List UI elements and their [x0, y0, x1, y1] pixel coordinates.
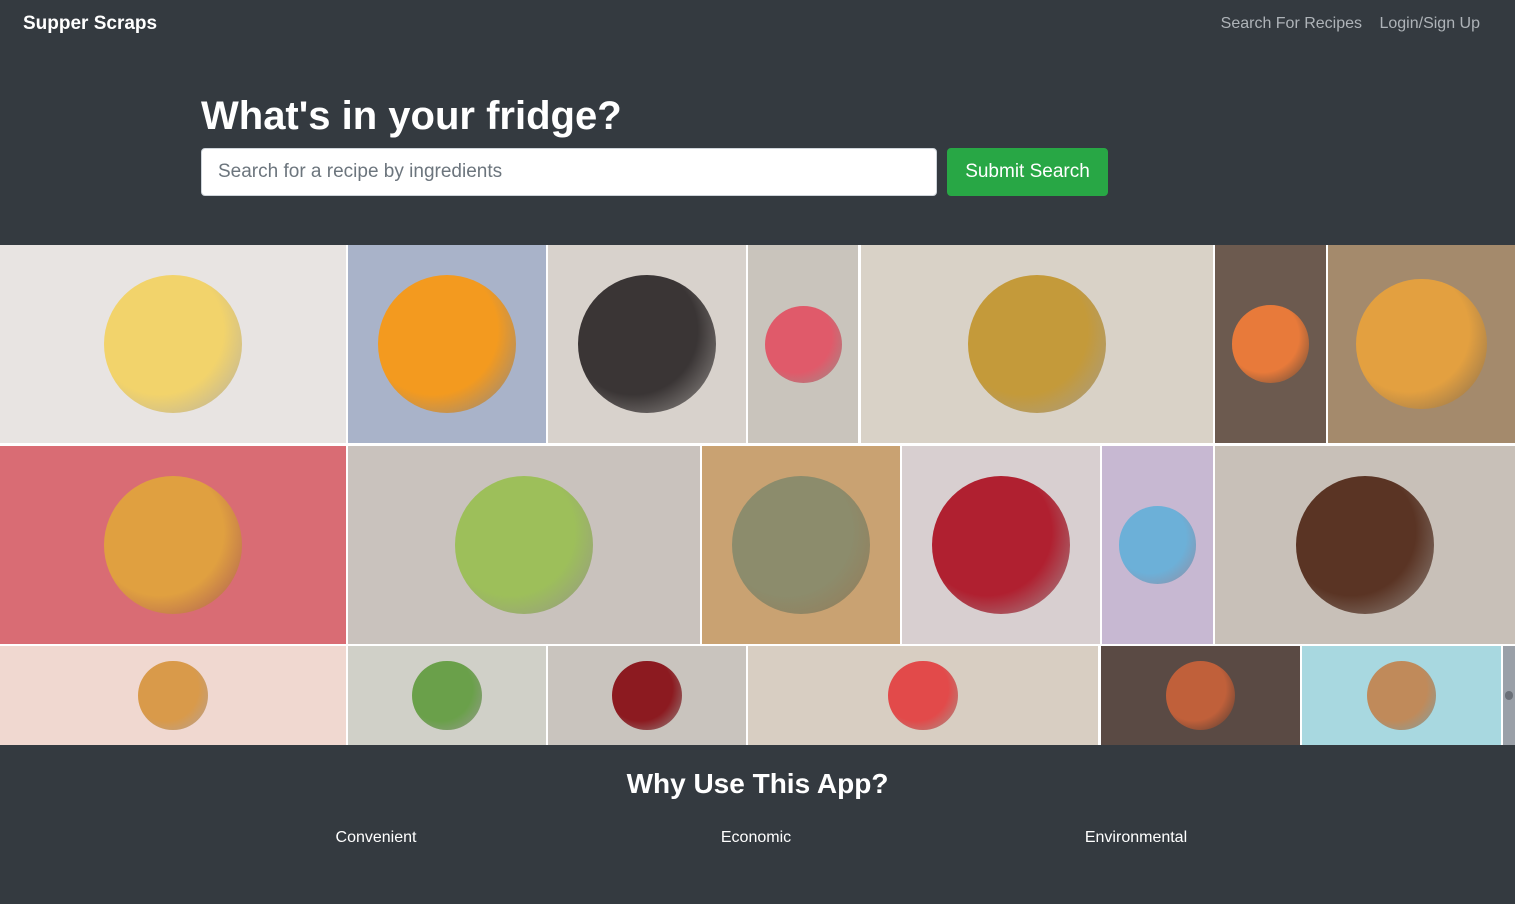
food-shape: [103, 475, 243, 615]
fries-photo: [861, 245, 1213, 443]
food-shape: [764, 305, 842, 383]
food-shape: [888, 660, 958, 731]
food-shape: [1231, 305, 1310, 383]
food-shape: [412, 660, 482, 731]
food-shape: [1165, 660, 1236, 731]
feature-environmental: Environmental: [1084, 829, 1188, 846]
food-shape: [967, 274, 1107, 414]
food-photo-gallery: [0, 245, 1515, 745]
cherries-photo: [548, 646, 746, 745]
food-shape: [577, 274, 717, 414]
food-shape: [138, 660, 208, 731]
food-shape: [1366, 660, 1437, 731]
food-shape: [1295, 475, 1435, 615]
burger-photo: [0, 446, 346, 644]
strawberry-cake-photo: [748, 245, 858, 443]
food-shape: [377, 274, 517, 414]
orange-cake-photo: [348, 245, 546, 443]
hero-title: What's in your fridge?: [201, 94, 622, 138]
salad-photo: [348, 646, 546, 745]
nav-links: Search For Recipes Login/Sign Up: [1208, 15, 1480, 33]
cake-balls-photo: [1102, 446, 1213, 644]
food-shape: [1504, 691, 1514, 700]
nav-link-login-signup[interactable]: Login/Sign Up: [1379, 15, 1480, 32]
brand-logo[interactable]: Supper Scraps: [23, 13, 157, 35]
chocolate-muffins-photo: [1215, 446, 1515, 644]
ingredient-search-input[interactable]: [201, 148, 937, 196]
food-shape: [103, 274, 243, 414]
food-shape: [931, 475, 1071, 615]
submit-search-button[interactable]: Submit Search: [947, 148, 1108, 196]
tacos-photo: [348, 446, 700, 644]
food-shape: [612, 660, 682, 731]
roast-photo: [702, 446, 900, 644]
food-shape: [1118, 506, 1197, 584]
food-shape: [454, 475, 594, 615]
sliders-photo: [0, 646, 346, 745]
rose-pastry-photo: [1101, 646, 1300, 745]
food-shape: [731, 475, 871, 615]
knots-photo: [548, 245, 746, 443]
red-velvet-photo: [902, 446, 1100, 644]
why-section-title: Why Use This App?: [626, 768, 889, 799]
orange-tart-photo: [1328, 245, 1515, 443]
cupcake-photo: [1215, 245, 1326, 443]
food-shape: [1356, 278, 1487, 410]
nav-link-search-recipes[interactable]: Search For Recipes: [1221, 15, 1362, 32]
navbar: Supper Scraps Search For Recipes Login/S…: [0, 0, 1515, 50]
rainbow-cake-photo: [0, 245, 346, 443]
watermelon-photo: [748, 646, 1098, 745]
cookies-photo: [1302, 646, 1501, 745]
feature-economic: Economic: [720, 829, 792, 846]
feature-convenient: Convenient: [335, 829, 417, 846]
extra-photo: [1503, 646, 1515, 745]
